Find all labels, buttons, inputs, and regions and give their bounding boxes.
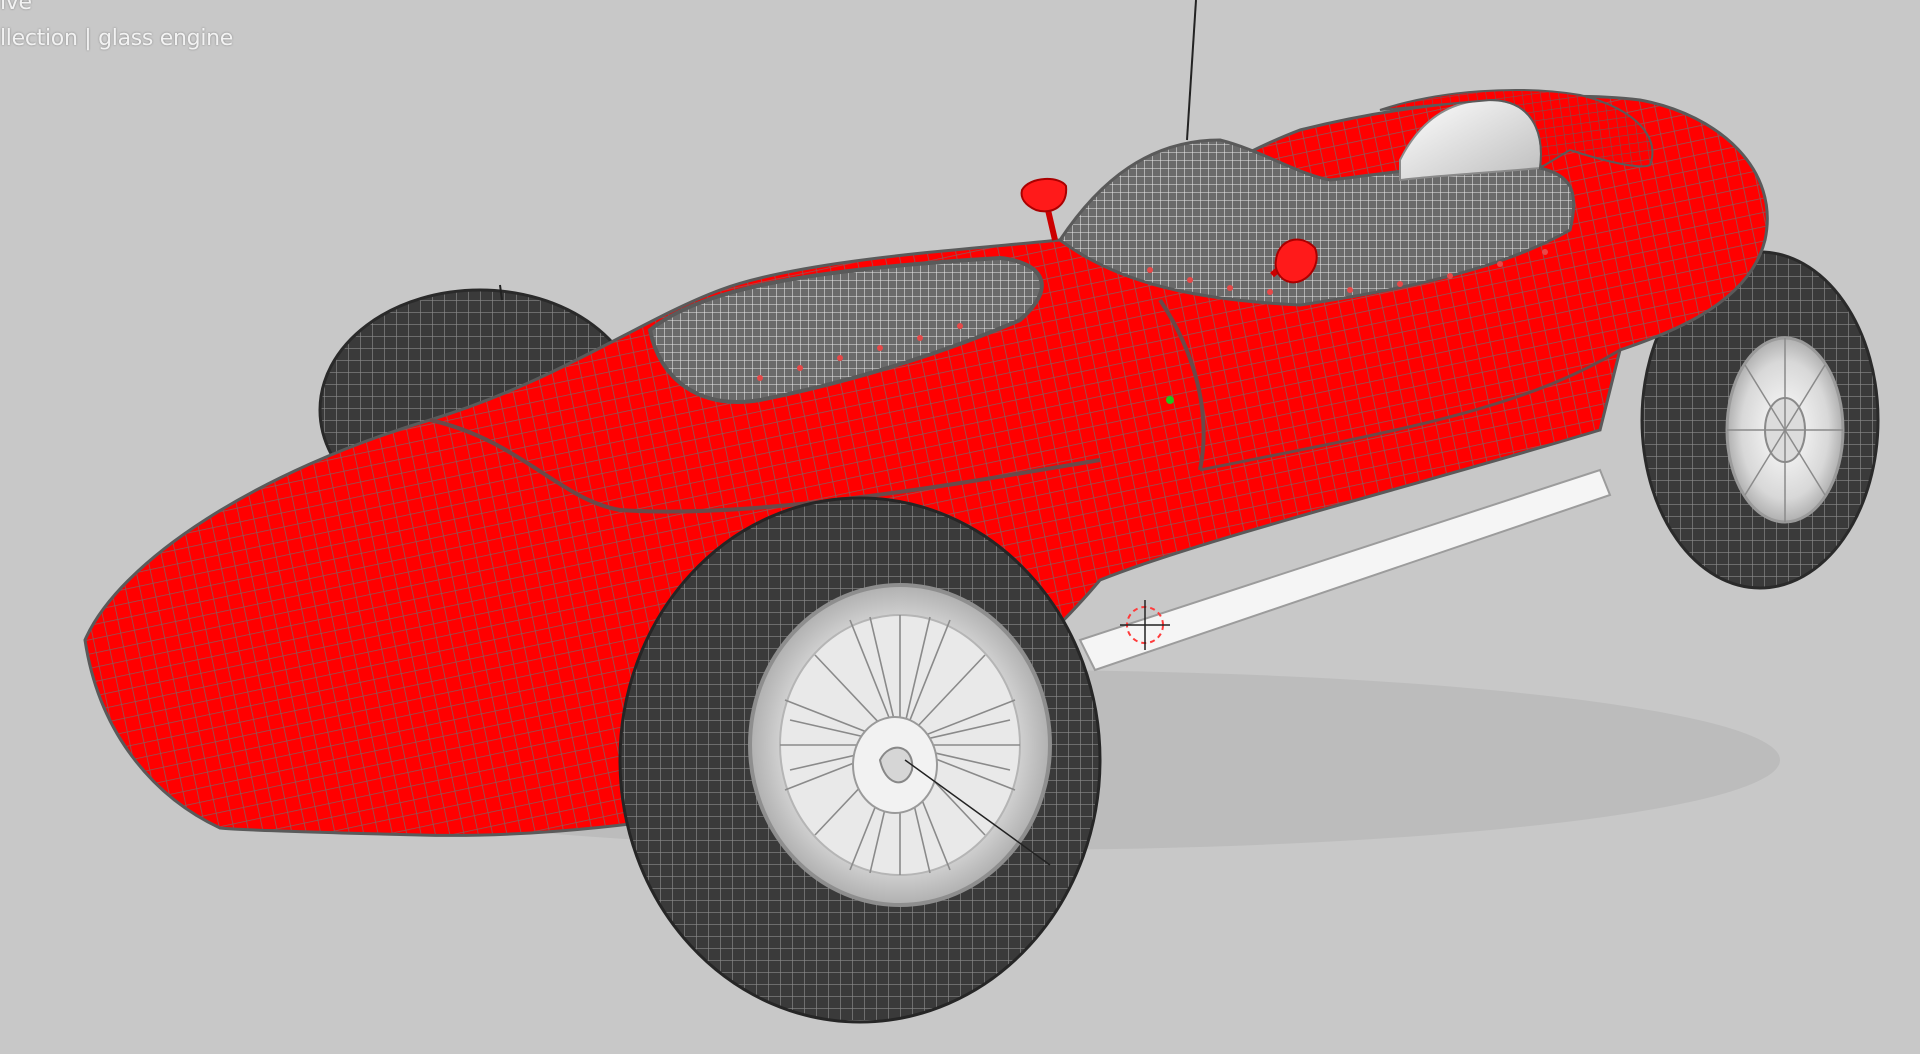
3d-viewport[interactable]: ive llection | glass engine <box>0 0 1920 1054</box>
empty-axis-line <box>1186 0 1197 141</box>
front-left-wheel[interactable] <box>618 496 1102 1024</box>
left-mirror[interactable] <box>1020 178 1068 241</box>
object-origin-dot <box>1166 396 1174 404</box>
car-model[interactable] <box>0 0 1920 1054</box>
